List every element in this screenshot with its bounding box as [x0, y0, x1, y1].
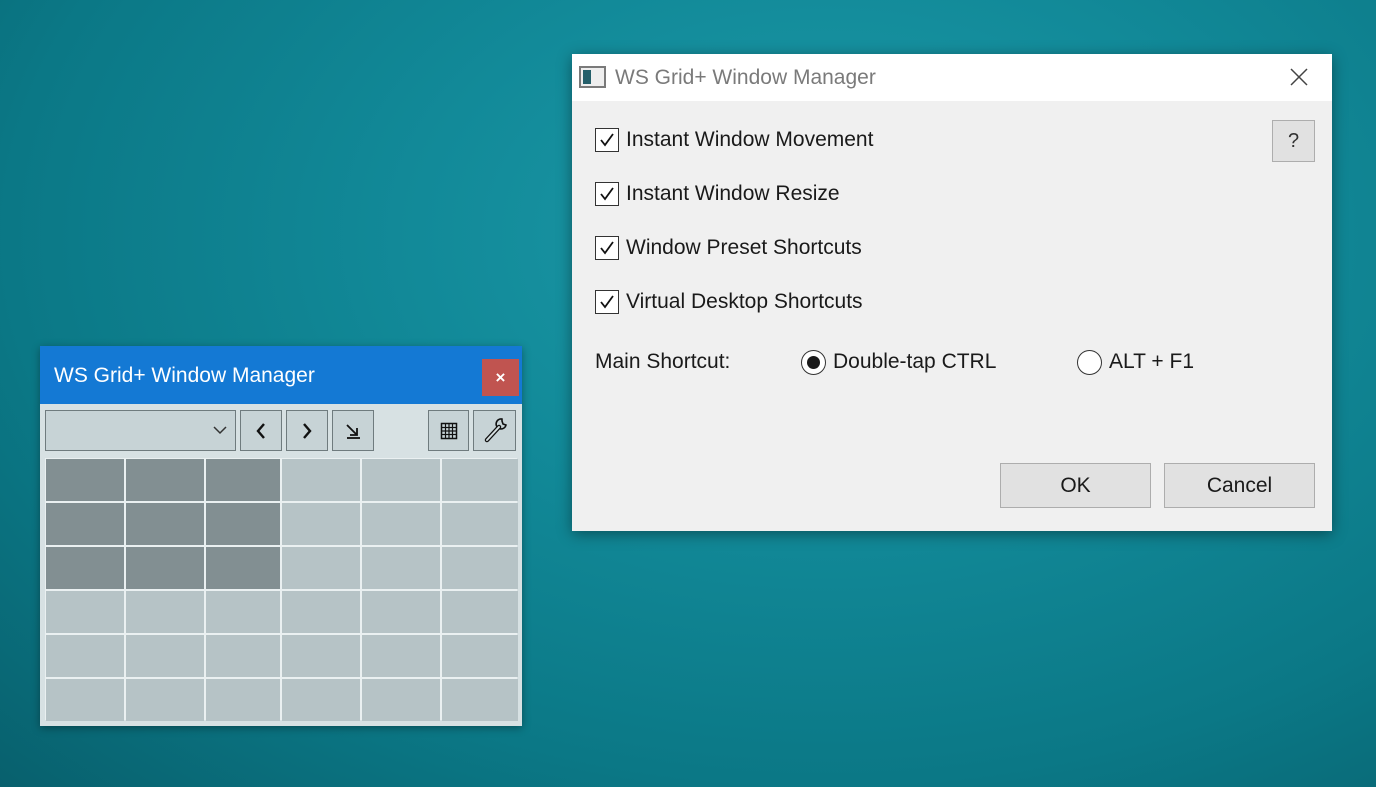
settings-dialog-titlebar[interactable]: WS Grid+ Window Manager — [572, 54, 1332, 101]
grid-toolbar — [40, 404, 522, 456]
previous-button[interactable] — [240, 410, 282, 451]
grid-window-close-button[interactable]: × — [482, 359, 519, 396]
checkmark-icon — [600, 187, 614, 201]
window-select-combo[interactable] — [45, 410, 236, 451]
option-label: Virtual Desktop Shortcuts — [626, 290, 863, 313]
settings-dialog: WS Grid+ Window Manager ? Instant Window… — [572, 54, 1332, 531]
grid-cell[interactable] — [206, 679, 280, 721]
radio-alt-f1[interactable]: ALT + F1 — [1077, 347, 1194, 377]
grid-cell[interactable] — [282, 591, 360, 633]
next-button[interactable] — [286, 410, 328, 451]
option-label: Instant Window Resize — [626, 182, 840, 205]
radio-label: Double-tap CTRL — [833, 350, 997, 373]
grid-cell[interactable] — [126, 591, 204, 633]
grid-cell[interactable] — [126, 635, 204, 677]
radio-dot — [807, 355, 820, 369]
help-button[interactable]: ? — [1272, 120, 1315, 162]
layout-grid[interactable] — [45, 458, 518, 721]
grid-cell[interactable] — [46, 679, 124, 721]
settings-button[interactable] — [473, 410, 516, 451]
grid-cell[interactable] — [442, 635, 518, 677]
cancel-button[interactable]: Cancel — [1164, 463, 1315, 508]
grid-cell[interactable] — [442, 459, 518, 501]
checkmark-icon — [600, 241, 614, 255]
grid-cell[interactable] — [442, 503, 518, 545]
grid-cell[interactable] — [362, 547, 440, 589]
option-instant-window-movement[interactable]: Instant Window Movement — [595, 126, 873, 154]
radio-label: ALT + F1 — [1109, 350, 1195, 373]
checkbox[interactable] — [595, 128, 619, 152]
grid-cell[interactable] — [442, 591, 518, 633]
settings-wrench-icon — [484, 417, 507, 442]
radio-button-selected[interactable] — [801, 349, 826, 375]
option-label: Instant Window Movement — [626, 128, 874, 151]
app-window-icon — [579, 66, 606, 88]
radio-double-tap-ctrl[interactable]: Double-tap CTRL — [801, 347, 996, 377]
checkmark-icon — [600, 295, 614, 309]
option-instant-window-resize[interactable]: Instant Window Resize — [595, 180, 840, 208]
checkbox[interactable] — [595, 182, 619, 206]
grid-cell[interactable] — [442, 679, 518, 721]
ok-button[interactable]: OK — [1000, 463, 1151, 508]
grid-cell-selected[interactable] — [46, 503, 124, 545]
grid-cell[interactable] — [282, 635, 360, 677]
grid-cell[interactable] — [46, 635, 124, 677]
grid-cell[interactable] — [362, 635, 440, 677]
grid-cell-selected[interactable] — [206, 547, 280, 589]
dialog-close-button[interactable] — [1284, 62, 1314, 92]
grid-cell[interactable] — [362, 503, 440, 545]
grid-cell[interactable] — [46, 591, 124, 633]
grid-cell[interactable] — [282, 459, 360, 501]
grid-cell-selected[interactable] — [46, 459, 124, 501]
grid-cell[interactable] — [282, 547, 360, 589]
main-shortcut-label: Main Shortcut: — [595, 350, 731, 373]
grid-cell-selected[interactable] — [126, 503, 204, 545]
grid-cell[interactable] — [362, 679, 440, 721]
settings-dialog-title: WS Grid+ Window Manager — [615, 66, 876, 89]
checkmark-icon — [600, 133, 614, 147]
grid-cell[interactable] — [442, 547, 518, 589]
option-window-preset-shortcuts[interactable]: Window Preset Shortcuts — [595, 234, 862, 262]
chevron-down-icon — [213, 426, 227, 435]
grid-cell[interactable] — [206, 591, 280, 633]
close-icon — [1290, 68, 1308, 86]
grid-window-title: WS Grid+ Window Manager — [54, 364, 315, 387]
next-icon — [303, 422, 312, 439]
grid-cell-selected[interactable] — [206, 459, 280, 501]
grid-cell[interactable] — [126, 679, 204, 721]
grid-window: WS Grid+ Window Manager × — [40, 346, 522, 726]
grid-cell[interactable] — [362, 591, 440, 633]
grid-cell-selected[interactable] — [46, 547, 124, 589]
grid-button[interactable] — [428, 410, 469, 451]
grid-cell-selected[interactable] — [126, 459, 204, 501]
grid-cell-selected[interactable] — [126, 547, 204, 589]
grid-window-titlebar[interactable]: WS Grid+ Window Manager × — [40, 346, 522, 404]
grid-cell[interactable] — [206, 635, 280, 677]
option-label: Window Preset Shortcuts — [626, 236, 862, 259]
grid-cell[interactable] — [282, 679, 360, 721]
radio-button[interactable] — [1077, 349, 1102, 375]
checkbox[interactable] — [595, 290, 619, 314]
maximize-button[interactable] — [332, 410, 374, 451]
option-virtual-desktop-shortcuts[interactable]: Virtual Desktop Shortcuts — [595, 288, 863, 316]
grid-icon — [440, 422, 457, 439]
grid-cell-selected[interactable] — [206, 503, 280, 545]
maximize-arrow-icon — [346, 423, 360, 439]
grid-cell[interactable] — [282, 503, 360, 545]
grid-cell[interactable] — [362, 459, 440, 501]
previous-icon — [256, 422, 265, 439]
checkbox[interactable] — [595, 236, 619, 260]
